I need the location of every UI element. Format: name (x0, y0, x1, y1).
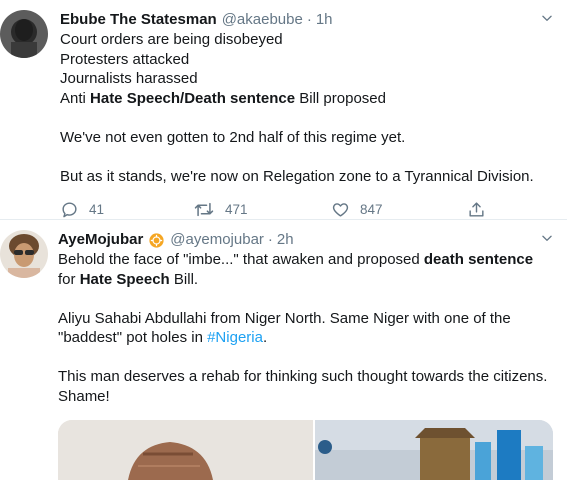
tweet-header: Ebube The Statesman @akaebube · 1h (60, 10, 552, 30)
reply-button[interactable]: 41 (60, 198, 193, 220)
bold-text: death sentence (423, 251, 534, 268)
media-grid (58, 420, 553, 480)
share-button[interactable] (467, 198, 496, 220)
tweet-line: Journalists harassed (60, 70, 198, 87)
tweet[interactable]: Ebube The Statesman @akaebube · 1h Court… (0, 0, 567, 220)
tweet-paragraph: We've not even gotten to 2nd half of thi… (60, 128, 406, 146)
badge-icon (148, 232, 165, 249)
tweet-text: Behold the face of "imbe..." that awaken… (58, 250, 552, 406)
more-options-button[interactable] (537, 228, 557, 248)
author-handle[interactable]: @ayemojubar (170, 230, 264, 250)
paragraph-break (60, 147, 552, 167)
like-count: 847 (360, 201, 383, 217)
media-photo[interactable] (315, 420, 553, 480)
tweet-content: AyeMojubar @ayemojubar · 2h Behold the f… (58, 230, 553, 480)
tweet[interactable]: AyeMojubar @ayemojubar · 2h Behold the f… (0, 220, 567, 480)
retweet-button[interactable]: 471 (193, 198, 331, 220)
avatar-image (0, 10, 48, 58)
share-icon (469, 201, 484, 217)
tweet-line: Anti Hate Speech/Death sentence Bill pro… (60, 89, 552, 109)
text-segment: . (262, 329, 268, 346)
avatar-column (0, 230, 58, 461)
tweet-content: Ebube The Statesman @akaebube · 1h Court… (60, 10, 552, 219)
like-button[interactable]: 847 (331, 198, 467, 220)
avatar-image (0, 230, 48, 278)
hashtag-link[interactable]: #Nigeria (207, 329, 263, 346)
media-photo[interactable] (58, 420, 313, 480)
tweet-line: Court orders are being disobeyed (60, 31, 283, 48)
separator-dot: · (306, 11, 312, 28)
text-segment: Bill. (169, 270, 199, 288)
retweet-icon (194, 202, 214, 216)
bold-text: Hate Speech/Death sentence (90, 89, 296, 107)
bold-text: Hate Speech (79, 270, 170, 288)
reply-count: 41 (89, 201, 105, 217)
author-name[interactable]: Ebube The Statesman (60, 10, 217, 30)
chevron-down-icon (542, 15, 552, 21)
text-segment: Behold the face of "imbe..." that awaken… (58, 251, 424, 268)
timestamp[interactable]: 2h (277, 230, 294, 250)
author-name[interactable]: AyeMojubar (58, 230, 143, 250)
text-segment: Anti (60, 89, 91, 107)
text-segment: Aliyu Sahabi Abdullahi from Niger North.… (58, 309, 511, 347)
more-options-button[interactable] (537, 8, 557, 28)
reply-icon (62, 201, 77, 217)
avatar-column (0, 10, 60, 219)
tweet-header: AyeMojubar @ayemojubar · 2h (58, 230, 552, 250)
author-handle[interactable]: @akaebube (222, 10, 303, 30)
separator-dot: · (267, 231, 273, 248)
tweet-paragraph: But as it stands, we're now on Relegatio… (60, 167, 534, 185)
like-icon (332, 202, 349, 217)
avatar[interactable] (0, 230, 48, 278)
tweet-line: Protesters attacked (60, 50, 190, 68)
photo-image (315, 420, 553, 480)
tweet-text: Court orders are being disobeyed Protest… (60, 30, 552, 186)
tweet-paragraph: This man deserves a rehab for thinking s… (58, 368, 548, 405)
text-segment: for (58, 270, 80, 288)
paragraph-break (58, 289, 552, 309)
action-bar: 41 471 847 (60, 198, 500, 220)
paragraph-break (58, 348, 552, 368)
paragraph-break (60, 108, 552, 128)
tweet-paragraph: Aliyu Sahabi Abdullahi from Niger North.… (58, 309, 552, 348)
retweet-count: 471 (225, 201, 248, 217)
avatar[interactable] (0, 10, 48, 58)
timestamp[interactable]: 1h (316, 10, 333, 30)
photo-image (58, 420, 313, 480)
chevron-down-icon (542, 235, 552, 241)
tweet-paragraph: Behold the face of "imbe..." that awaken… (58, 250, 552, 289)
text-segment: Bill proposed (295, 89, 386, 107)
